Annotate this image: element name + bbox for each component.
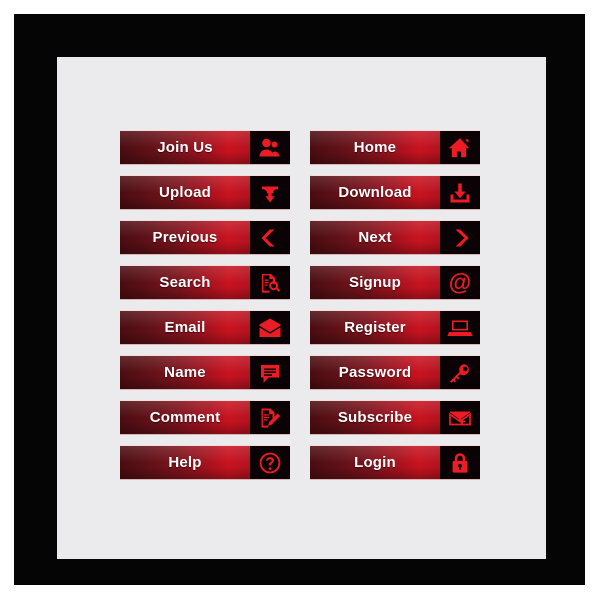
- button-join-us[interactable]: Join Us: [120, 130, 290, 165]
- chevron-right-icon: [440, 221, 480, 254]
- envelope-open-icon: [250, 311, 290, 344]
- at-sign-icon: @: [440, 266, 480, 299]
- button-label: Comment: [149, 409, 221, 426]
- envelope-cursor-icon: [440, 401, 480, 434]
- button-label: Search: [159, 274, 211, 291]
- button-label: Email: [164, 319, 206, 336]
- question-circle-icon: [250, 446, 290, 479]
- button-help[interactable]: Help: [120, 445, 290, 480]
- left-column: Join Us Upload Previous Search Email Name Comm…: [120, 130, 290, 490]
- button-previous[interactable]: Previous: [120, 220, 290, 255]
- document-magnifier-icon: [250, 266, 290, 299]
- laptop-icon: [440, 311, 480, 344]
- button-download[interactable]: Download: [310, 175, 480, 210]
- button-label: Previous: [152, 229, 218, 246]
- button-label: Join Us: [157, 139, 213, 156]
- button-comment[interactable]: Comment: [120, 400, 290, 435]
- button-grid: Join Us Upload Previous Search Email Name Comm…: [63, 73, 540, 553]
- key-icon: [440, 356, 480, 389]
- button-next[interactable]: Next: [310, 220, 480, 255]
- padlock-icon: [440, 446, 480, 479]
- button-home[interactable]: Home: [310, 130, 480, 165]
- right-column: Home Download Next Signup @ Register Password S…: [310, 130, 480, 490]
- users-icon: [250, 131, 290, 164]
- button-login[interactable]: Login: [310, 445, 480, 480]
- speech-bubble-icon: [250, 356, 290, 389]
- button-label: Upload: [158, 184, 212, 201]
- button-label: Help: [168, 454, 202, 471]
- button-label: Subscribe: [337, 409, 413, 426]
- button-label: Download: [338, 184, 412, 201]
- button-subscribe[interactable]: Subscribe: [310, 400, 480, 435]
- chevron-left-icon: [250, 221, 290, 254]
- button-upload[interactable]: Upload: [120, 175, 290, 210]
- button-label: Signup: [348, 274, 402, 291]
- document-pen-icon: [250, 401, 290, 434]
- button-label: Name: [164, 364, 206, 381]
- button-label: Register: [344, 319, 406, 336]
- button-label: Login: [354, 454, 396, 471]
- download-tray-icon: [440, 176, 480, 209]
- button-password[interactable]: Password: [310, 355, 480, 390]
- home-icon: [440, 131, 480, 164]
- button-label: Next: [358, 229, 392, 246]
- button-signup[interactable]: Signup @: [310, 265, 480, 300]
- button-label: Password: [338, 364, 412, 381]
- button-email[interactable]: Email: [120, 310, 290, 345]
- poster-canvas: Join Us Upload Previous Search Email Name Comm…: [0, 0, 600, 600]
- button-name[interactable]: Name: [120, 355, 290, 390]
- upload-arrow-icon: [250, 176, 290, 209]
- button-label: Home: [353, 139, 397, 156]
- button-register[interactable]: Register: [310, 310, 480, 345]
- button-search[interactable]: Search: [120, 265, 290, 300]
